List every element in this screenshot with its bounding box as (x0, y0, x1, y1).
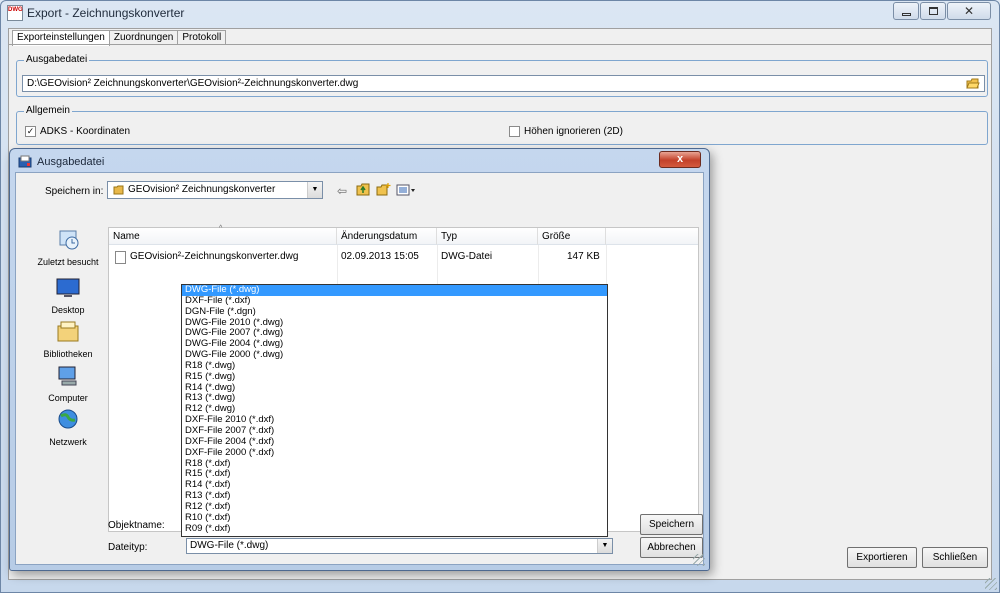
up-folder-icon[interactable] (356, 183, 371, 197)
minimize-icon (901, 12, 911, 16)
allgemein-group-label: Allgemein (24, 105, 72, 117)
filetype-option[interactable]: R12 (*.dxf) (182, 501, 607, 513)
window-title: Export - Zeichnungskonverter (27, 6, 185, 20)
tab-protokoll[interactable]: Protokoll (177, 30, 227, 45)
maximize-button[interactable] (920, 2, 946, 20)
file-type: DWG-Datei (441, 251, 493, 262)
resize-grip[interactable] (985, 578, 997, 590)
dateityp-label: Dateityp: (108, 542, 148, 553)
dialog-close-button[interactable]: x (659, 151, 701, 168)
filetype-dropdown-list[interactable]: DWG-File (*.dwg) DXF-File (*.dxf) DGN-File… (181, 284, 608, 537)
filetype-option[interactable]: R13 (*.dwg) (182, 393, 607, 404)
place-zuletzt-besucht[interactable]: Zuletzt besucht (30, 228, 106, 267)
place-netzwerk[interactable]: Netzwerk (30, 408, 106, 447)
file-icon (115, 251, 126, 264)
filetype-option[interactable]: R14 (*.dwg) (182, 382, 607, 394)
file-name: GEOvision²-Zeichnungskonverter.dwg (130, 251, 299, 262)
schliessen-button[interactable]: Schließen (922, 547, 988, 568)
filetype-option[interactable]: DWG-File 2000 (*.dwg) (182, 349, 607, 361)
filetype-option[interactable]: R18 (*.dxf) (182, 458, 607, 470)
file-size: 147 KB (567, 251, 600, 262)
maximize-icon (928, 7, 938, 15)
window-controls: ✕ (892, 2, 991, 20)
column-header-empty (606, 228, 698, 245)
view-menu-icon[interactable] (396, 183, 416, 197)
close-icon: ✕ (963, 4, 975, 18)
folder-icon (113, 185, 124, 195)
filetype-option[interactable]: R15 (*.dwg) (182, 371, 607, 383)
speichern-in-label: Speichern in: (45, 186, 104, 197)
filetype-option[interactable]: R14 (*.dxf) (182, 479, 607, 491)
exportieren-button[interactable]: Exportieren (847, 547, 917, 568)
close-button[interactable]: ✕ (947, 2, 991, 20)
output-path-value: D:\GEOvision² Zeichnungskonverter\GEOvis… (27, 78, 359, 89)
adks-checkbox-row[interactable]: ✓ ADKS - Koordinaten (25, 126, 130, 137)
output-path-field[interactable]: D:\GEOvision² Zeichnungskonverter\GEOvis… (22, 75, 985, 92)
new-folder-icon[interactable] (376, 183, 391, 197)
place-bibliotheken[interactable]: Bibliotheken (30, 320, 106, 359)
filetype-option[interactable]: R09 (*.dxf) (182, 523, 607, 535)
recent-places-icon (59, 230, 79, 250)
allgemein-group: Allgemein ✓ ADKS - Koordinaten Höhen ign… (16, 105, 988, 145)
place-label: Bibliotheken (43, 349, 93, 359)
file-row[interactable]: GEOvision²-Zeichnungskonverter.dwg 02.09… (109, 248, 606, 266)
folder-combo[interactable]: GEOvision² Zeichnungskonverter ▼ (107, 181, 323, 199)
hoehen-label: Höhen ignorieren (2D) (524, 126, 623, 137)
adks-checkbox[interactable]: ✓ (25, 126, 36, 137)
title-bar[interactable]: DWG Export - Zeichnungskonverter ✕ (1, 1, 999, 25)
network-globe-icon (58, 409, 78, 429)
filetype-option[interactable]: DGN-File (*.dgn) (182, 306, 607, 318)
place-label: Computer (48, 393, 88, 403)
column-header-type[interactable]: Typ (437, 228, 538, 245)
filetype-combo-value: DWG-File (*.dwg) (190, 540, 269, 551)
dialog-title: Ausgabedatei (37, 156, 105, 168)
back-icon[interactable]: ⇦ (337, 184, 347, 198)
adks-label: ADKS - Koordinaten (40, 126, 131, 137)
minimize-button[interactable] (893, 2, 919, 20)
speichern-button[interactable]: Speichern (640, 514, 703, 535)
hoehen-checkbox-row[interactable]: Höhen ignorieren (2D) (509, 126, 623, 137)
place-computer[interactable]: Computer (30, 364, 106, 403)
hoehen-checkbox[interactable] (509, 126, 520, 137)
column-header-name[interactable]: Name (109, 228, 337, 245)
chevron-down-icon[interactable]: ▼ (597, 539, 612, 553)
filetype-option[interactable]: R10 (*.dxf) (182, 512, 607, 524)
place-label: Desktop (51, 305, 85, 315)
sort-ascending-icon: ^ (219, 225, 223, 232)
column-header-date[interactable]: Änderungsdatum (337, 228, 437, 245)
dialog-resize-grip[interactable] (693, 554, 705, 566)
app-icon: DWG (7, 5, 23, 21)
close-icon: x (676, 153, 684, 165)
column-header-size[interactable]: Größe (538, 228, 606, 245)
computer-icon (58, 366, 77, 386)
file-date: 02.09.2013 15:05 (341, 251, 419, 262)
objektname-label: Objektname: (108, 520, 165, 531)
folder-combo-value: GEOvision² Zeichnungskonverter (128, 184, 276, 195)
place-desktop[interactable]: Desktop (30, 276, 106, 315)
chevron-down-icon[interactable]: ▼ (307, 182, 322, 198)
ausgabedatei-group-label: Ausgabedatei (24, 54, 90, 66)
dialog-icon (18, 155, 32, 168)
tab-divider (9, 44, 991, 45)
filetype-combo[interactable]: DWG-File (*.dwg) ▼ (186, 538, 613, 554)
libraries-icon (57, 321, 79, 342)
place-label: Netzwerk (49, 437, 87, 447)
filetype-option[interactable]: R15 (*.dxf) (182, 468, 607, 480)
filetype-option[interactable]: R18 (*.dwg) (182, 360, 607, 372)
desktop-icon (56, 278, 80, 297)
browse-folder-icon[interactable] (966, 77, 980, 90)
tab-zuordnungen[interactable]: Zuordnungen (108, 30, 179, 45)
ausgabedatei-group: Ausgabedatei D:\GEOvision² Zeichnungskon… (16, 54, 988, 97)
place-label: Zuletzt besucht (37, 257, 99, 267)
filetype-option[interactable]: R13 (*.dxf) (182, 490, 607, 502)
filetype-option[interactable]: DXF-File 2000 (*.dxf) (182, 447, 607, 459)
